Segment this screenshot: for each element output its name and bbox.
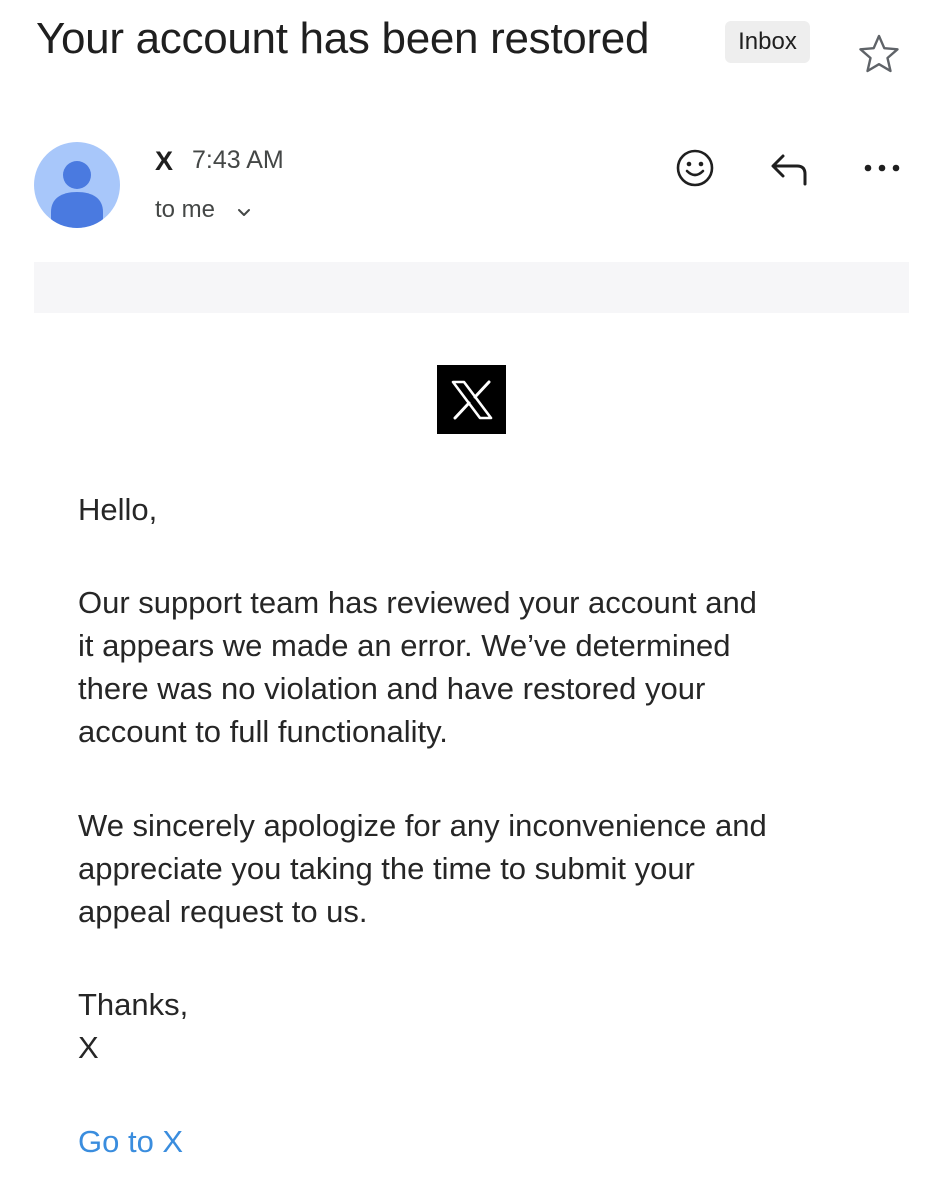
recipient-details-toggle[interactable]: to me xyxy=(155,196,253,224)
paragraph-line: there was no violation and have restored… xyxy=(78,671,706,706)
paragraph-line: it appears we made an error. We’ve deter… xyxy=(78,628,731,663)
go-to-x-link[interactable]: Go to X xyxy=(78,1120,183,1163)
email-signoff: Thanks, xyxy=(78,987,189,1022)
email-header-banner xyxy=(34,262,909,313)
x-logo-icon xyxy=(437,365,506,434)
sender-avatar[interactable] xyxy=(34,142,120,228)
email-paragraph-2: We sincerely apologize for any inconveni… xyxy=(78,804,878,933)
paragraph-line: appreciate you taking the time to submit… xyxy=(78,851,695,886)
person-icon xyxy=(51,161,103,228)
sent-time: 7:43 AM xyxy=(192,146,284,174)
email-subject: Your account has been restored xyxy=(36,14,650,63)
star-icon[interactable] xyxy=(855,30,903,78)
paragraph-line: account to full functionality. xyxy=(78,714,448,749)
inbox-label-chip[interactable]: Inbox xyxy=(725,21,810,63)
paragraph-line: appeal request to us. xyxy=(78,894,368,929)
emoji-reaction-icon[interactable] xyxy=(673,146,717,190)
sender-name[interactable]: X xyxy=(155,146,173,177)
recipient-label: to me xyxy=(155,196,216,223)
reply-icon[interactable] xyxy=(765,148,813,192)
email-greeting: Hello, xyxy=(78,492,158,527)
email-signature: X xyxy=(78,1030,99,1065)
paragraph-line: Our support team has reviewed your accou… xyxy=(78,585,757,620)
more-options-icon[interactable] xyxy=(860,152,904,184)
chevron-down-icon xyxy=(235,201,253,219)
email-paragraph-1: Our support team has reviewed your accou… xyxy=(78,581,878,753)
paragraph-line: We sincerely apologize for any inconveni… xyxy=(78,808,767,843)
